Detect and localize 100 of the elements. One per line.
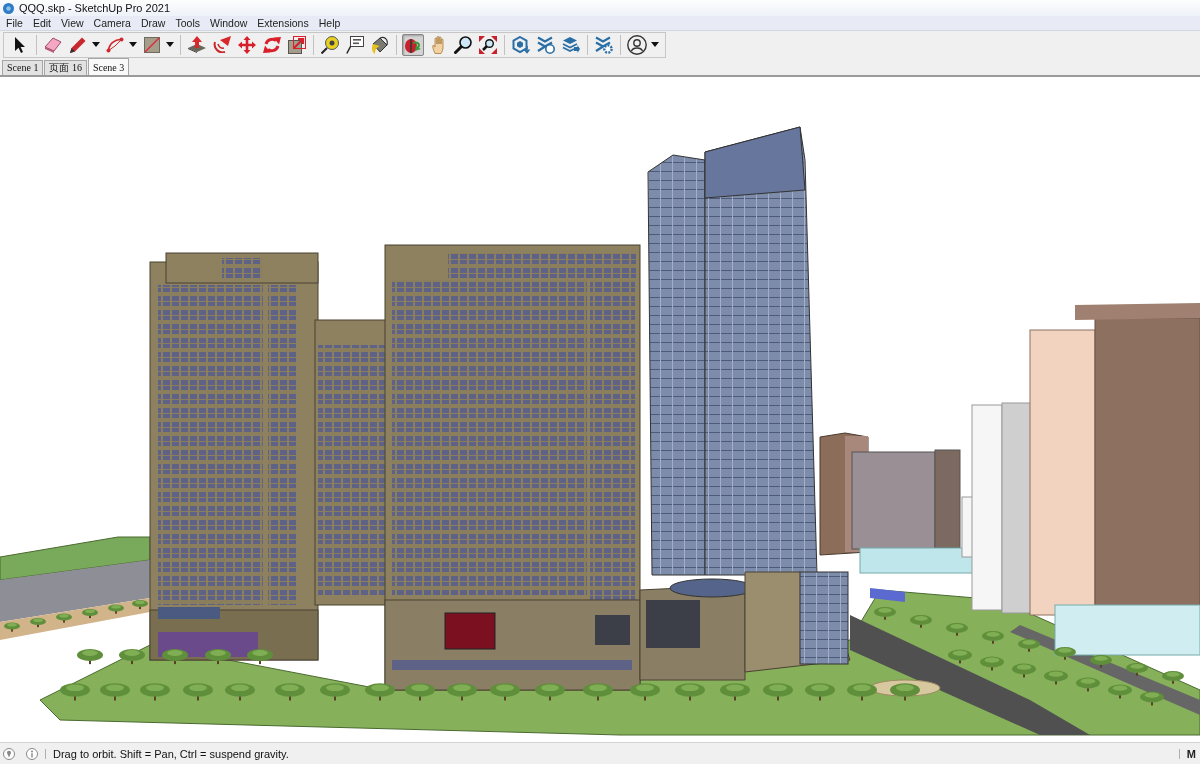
- hexagon-download-icon: [512, 35, 530, 54]
- zoom-extents-button[interactable]: [477, 33, 499, 56]
- cursor-icon: [15, 36, 25, 53]
- tree: [847, 683, 877, 701]
- zoom-tool-button[interactable]: [452, 33, 474, 56]
- box-up-arrow-icon: [188, 36, 206, 53]
- tree: [1044, 670, 1068, 685]
- tree: [205, 649, 231, 665]
- scale-tool-button[interactable]: [286, 33, 308, 56]
- eraser-icon: [44, 36, 62, 53]
- tape-measure-icon: [321, 35, 339, 54]
- text-tool-button[interactable]: [344, 33, 366, 56]
- window-title: QQQ.skp - SketchUp Pro 2021: [19, 1, 170, 15]
- tree: [874, 607, 896, 620]
- tree: [1012, 663, 1036, 678]
- user-icon: [627, 34, 647, 55]
- caret-icon: [651, 42, 659, 47]
- text-label-icon: [346, 35, 364, 54]
- tree: [720, 683, 750, 701]
- tree: [805, 683, 835, 701]
- status-message: Drag to orbit. Shift = Pan, Ctrl = suspend gravity.: [53, 746, 289, 761]
- tree: [1108, 684, 1132, 699]
- tree: [183, 683, 213, 701]
- caret-icon: [166, 42, 174, 47]
- tree: [56, 613, 72, 623]
- follow-me-tool-button[interactable]: [211, 33, 233, 56]
- scene-tab[interactable]: Scene 3: [87, 58, 130, 75]
- menu-item[interactable]: Tools: [170, 16, 205, 30]
- arc-icon: [106, 36, 124, 53]
- four-arrows-icon: [238, 35, 256, 54]
- tree: [675, 683, 705, 701]
- menu-item[interactable]: Draw: [135, 16, 171, 30]
- swirl-arrow-icon: [213, 36, 231, 53]
- orbit-tool-button[interactable]: [402, 33, 424, 56]
- pencil-icon: [70, 36, 86, 53]
- tree: [946, 623, 968, 636]
- info-icon: [26, 747, 38, 760]
- chevrons-gear-icon: [595, 35, 613, 54]
- menu-item[interactable]: Window: [205, 16, 253, 30]
- tree: [1076, 677, 1100, 692]
- tree: [1162, 671, 1184, 684]
- magnifier-corner-arrows-icon: [479, 35, 497, 54]
- tree: [405, 683, 435, 701]
- tree: [910, 615, 932, 628]
- menu-item[interactable]: Edit: [27, 16, 56, 30]
- menu-item[interactable]: Help: [313, 16, 346, 30]
- tree: [100, 683, 130, 701]
- measurements-label: M: [1186, 746, 1196, 761]
- tree: [890, 683, 920, 701]
- paint-bucket-icon: [371, 35, 389, 54]
- menu-item[interactable]: Extensions: [252, 16, 314, 30]
- tree: [77, 649, 103, 665]
- tree: [82, 608, 98, 619]
- tree: [763, 683, 793, 701]
- tree: [490, 683, 520, 701]
- circular-arrows-icon: [263, 35, 281, 54]
- rectangle-icon: [144, 36, 160, 53]
- resize-square-icon: [288, 35, 306, 54]
- chevrons-circle-icon: [537, 35, 555, 54]
- caret-icon: [92, 42, 100, 47]
- scene-tab[interactable]: 页面 16: [44, 60, 87, 75]
- menu-item[interactable]: Camera: [88, 16, 136, 30]
- tree: [1018, 639, 1040, 652]
- tree: [1140, 691, 1164, 706]
- tree: [225, 683, 255, 701]
- tree: [535, 683, 565, 701]
- tree: [119, 649, 145, 665]
- magnifier-icon: [454, 35, 472, 54]
- tape-measure-tool-button[interactable]: [319, 33, 341, 56]
- tree: [1126, 663, 1148, 676]
- caret-icon: [129, 42, 137, 47]
- tree: [60, 683, 90, 701]
- location-pin-icon: [3, 747, 15, 760]
- profile-button[interactable]: [626, 33, 648, 56]
- toolbar-button[interactable]: [510, 33, 532, 56]
- tree: [447, 683, 477, 701]
- tree: [948, 649, 972, 664]
- tree: [4, 622, 20, 632]
- tree: [108, 604, 124, 614]
- layers-arrow-icon: [562, 35, 580, 54]
- tree: [630, 683, 660, 701]
- menu-item[interactable]: File: [1, 16, 28, 30]
- scene-tab[interactable]: Scene 1: [2, 60, 44, 75]
- tree: [275, 683, 305, 701]
- menu-item[interactable]: View: [56, 16, 89, 30]
- tree: [583, 683, 613, 701]
- tree: [162, 649, 188, 665]
- tree: [320, 683, 350, 701]
- tree: [1054, 647, 1076, 660]
- app-logo-icon: [3, 2, 14, 14]
- tree: [30, 617, 46, 628]
- tree: [980, 656, 1004, 671]
- tree: [140, 683, 170, 701]
- tree: [132, 599, 148, 610]
- water-strip: [870, 588, 905, 602]
- tree: [1090, 655, 1112, 668]
- tree: [982, 631, 1004, 644]
- hand-icon: [431, 35, 445, 54]
- tree: [247, 649, 273, 665]
- tree: [365, 683, 395, 701]
